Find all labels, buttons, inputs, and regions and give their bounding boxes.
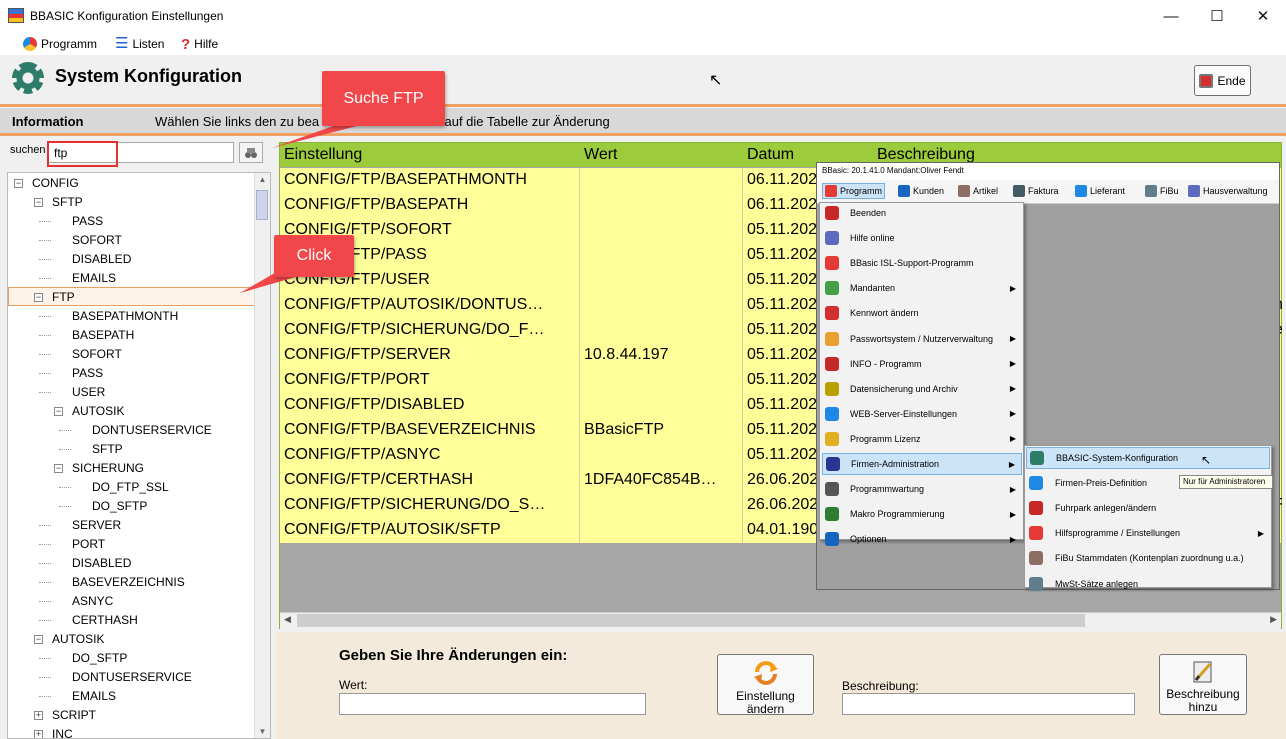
callout-click: Click: [274, 235, 354, 277]
callout-suche-ftp: Suche FTP: [322, 71, 445, 126]
callout-arrows: [240, 120, 380, 293]
